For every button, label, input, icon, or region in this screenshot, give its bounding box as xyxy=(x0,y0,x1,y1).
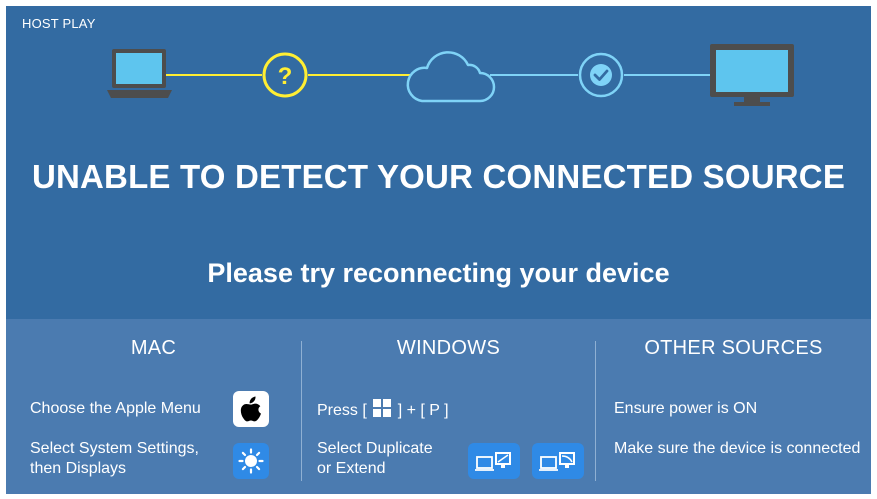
mac-step-settings-line1: Select System Settings, xyxy=(30,440,199,457)
extend-display-icon xyxy=(532,443,584,479)
instructions-panel: MAC Choose the Apple Menu Select System … xyxy=(6,319,871,494)
mac-step-apple-menu: Choose the Apple Menu xyxy=(30,400,201,417)
cloud-icon xyxy=(406,51,496,103)
windows-column: WINDOWS Press [ ] + [ P ] Select Duplica… xyxy=(302,319,595,494)
windows-step-shortcut: Press [ ] + [ P ] xyxy=(317,399,449,421)
host-play-screen: HOST PLAY ? UNABLE TO DETECT YOUR CONNEC… xyxy=(6,6,871,494)
monitor-icon xyxy=(710,44,794,106)
other-step-power: Ensure power is ON xyxy=(614,400,758,417)
windows-step-duplicate-line1: Select Duplicate xyxy=(317,440,433,457)
mac-step-settings-line2: then Displays xyxy=(30,460,127,477)
duplicate-display-icon xyxy=(468,443,520,479)
other-sources-title: OTHER SOURCES xyxy=(644,337,823,359)
mac-column: MAC Choose the Apple Menu Select System … xyxy=(6,319,301,494)
laptop-icon xyxy=(107,49,172,98)
error-headline: UNABLE TO DETECT YOUR CONNECTED SOURCE xyxy=(31,158,846,195)
question-icon: ? xyxy=(262,52,308,98)
windows-title: WINDOWS xyxy=(396,337,501,359)
windows-key-icon xyxy=(373,399,392,417)
shortcut-prefix: Press [ xyxy=(317,402,367,419)
other-step-connected: Make sure the device is connected xyxy=(614,440,861,457)
shortcut-suffix: ] + [ P ] xyxy=(397,402,449,419)
connection-diagram: ? xyxy=(107,44,794,106)
windows-step-duplicate-line2: or Extend xyxy=(317,460,386,477)
apple-menu-icon xyxy=(233,391,269,427)
svg-text:?: ? xyxy=(278,63,293,90)
check-icon xyxy=(578,52,624,98)
other-sources-column: OTHER SOURCES Ensure power is ON Make su… xyxy=(596,319,871,494)
instruction-subline: Please try reconnecting your device xyxy=(207,258,670,288)
mac-title: MAC xyxy=(130,337,177,359)
displays-brightness-icon xyxy=(233,443,269,479)
